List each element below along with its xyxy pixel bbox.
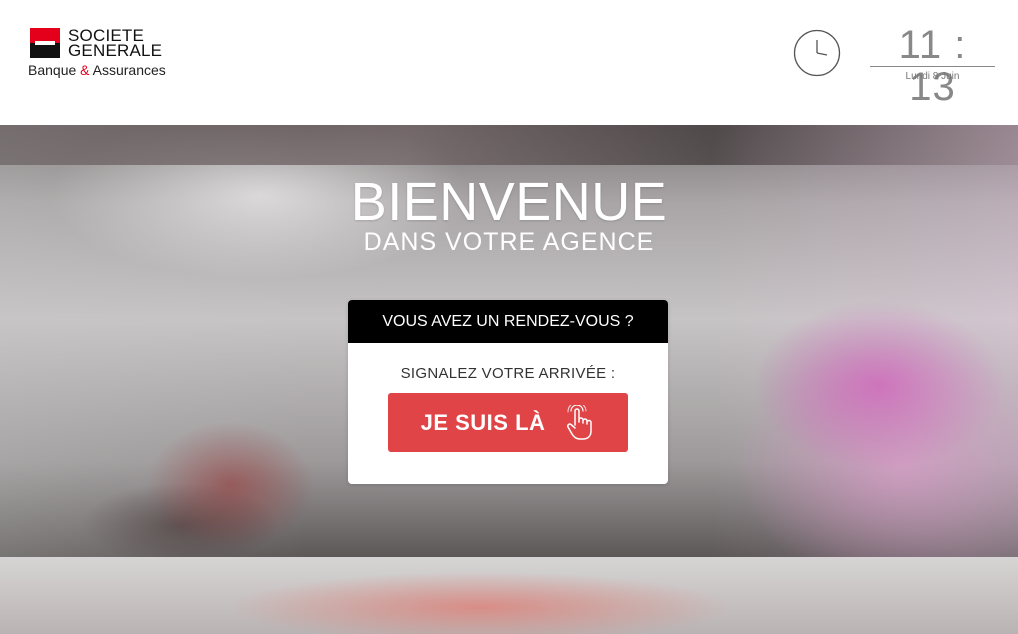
appointment-question: VOUS AVEZ UN RENDEZ-VOUS ?: [348, 300, 668, 343]
societe-generale-logo: SOCIETE GENERALE Banque & Assurances: [28, 27, 198, 80]
tagline-assurances: Assurances: [92, 62, 166, 78]
logo-wordmark: SOCIETE GENERALE: [68, 27, 163, 60]
clock-icon: [793, 29, 841, 77]
welcome-title: BIENVENUE: [350, 172, 668, 232]
header: SOCIETE GENERALE Banque & Assurances 11 …: [0, 0, 1018, 125]
tagline-banque: Banque: [28, 62, 77, 78]
welcome-subtitle: DANS VOTRE AGENCE: [363, 228, 655, 256]
arrival-instruction: SIGNALEZ VOTRE ARRIVÉE :: [400, 365, 616, 382]
welcome-banner: BIENVENUE DANS VOTRE AGENCE: [348, 175, 670, 255]
tagline-ampersand: &: [80, 62, 90, 78]
i-am-here-button[interactable]: JE SUIS LÀ: [388, 393, 628, 452]
blurred-floor-strip: [0, 557, 1018, 634]
appointment-card: VOUS AVEZ UN RENDEZ-VOUS ? SIGNALEZ VOTR…: [348, 300, 668, 484]
logo-tagline: Banque & Assurances: [28, 62, 166, 78]
current-date: Lundi 8 Juin: [905, 71, 960, 82]
i-am-here-label: JE SUIS LÀ: [420, 409, 546, 435]
logo-name-line2: GENERALE: [68, 41, 163, 60]
pointing-hand-icon: [567, 404, 593, 440]
logo-mark-icon: [30, 28, 60, 58]
time-divider: [870, 66, 995, 67]
